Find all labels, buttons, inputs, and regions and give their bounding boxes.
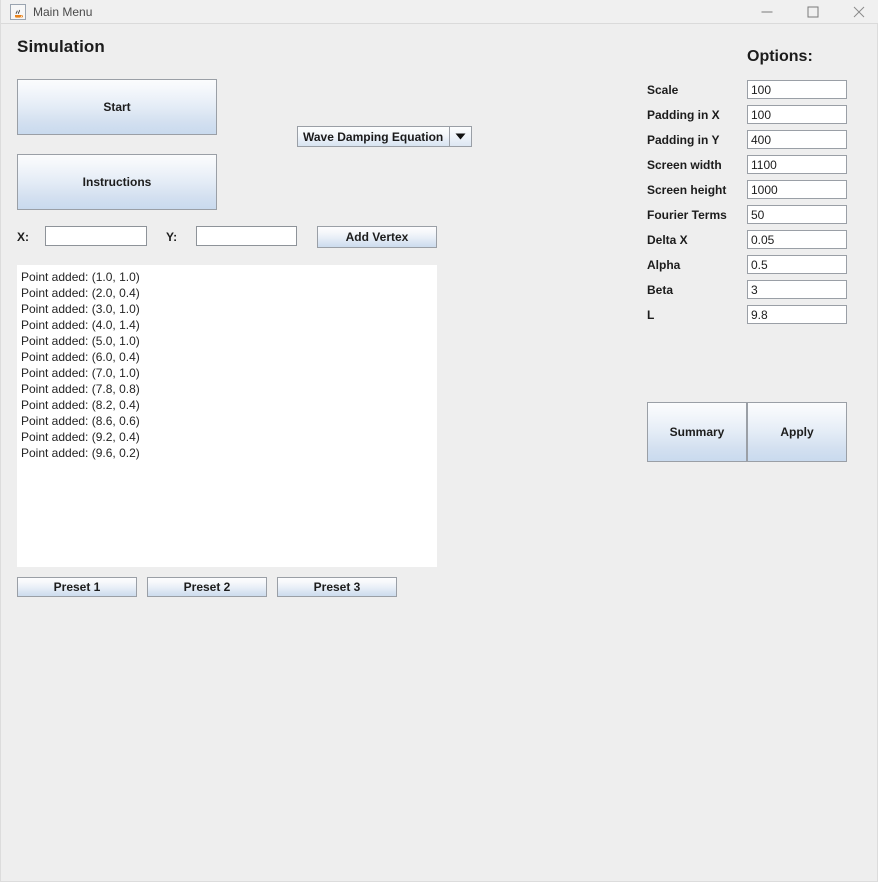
option-input-alpha[interactable]	[747, 255, 847, 274]
option-input-scale[interactable]	[747, 80, 847, 99]
option-input-padding-in-x[interactable]	[747, 105, 847, 124]
close-icon	[854, 7, 865, 18]
option-label-delta-x: Delta X	[647, 233, 688, 247]
options-heading: Options:	[747, 48, 813, 66]
log-line: Point added: (6.0, 0.4)	[21, 349, 437, 365]
instructions-button[interactable]: Instructions	[17, 154, 217, 210]
option-label-beta: Beta	[647, 283, 673, 297]
option-input-screen-height[interactable]	[747, 180, 847, 199]
maximize-button[interactable]	[790, 0, 836, 24]
x-input[interactable]	[45, 226, 147, 246]
option-label-scale: Scale	[647, 83, 678, 97]
option-input-l[interactable]	[747, 305, 847, 324]
log-line: Point added: (8.6, 0.6)	[21, 413, 437, 429]
close-button[interactable]	[836, 0, 878, 24]
option-input-fourier-terms[interactable]	[747, 205, 847, 224]
log-line: Point added: (2.0, 0.4)	[21, 285, 437, 301]
start-button[interactable]: Start	[17, 79, 217, 135]
preset-3-button[interactable]: Preset 3	[277, 577, 397, 597]
window-title: Main Menu	[33, 4, 92, 20]
log-line: Point added: (7.0, 1.0)	[21, 365, 437, 381]
option-label-alpha: Alpha	[647, 258, 680, 272]
log-line: Point added: (9.6, 0.2)	[21, 445, 437, 461]
option-input-beta[interactable]	[747, 280, 847, 299]
option-label-screen-height: Screen height	[647, 183, 726, 197]
x-label: X:	[17, 230, 29, 244]
y-input[interactable]	[196, 226, 297, 246]
option-label-screen-width: Screen width	[647, 158, 722, 172]
chevron-down-icon[interactable]	[449, 127, 471, 146]
option-input-delta-x[interactable]	[747, 230, 847, 249]
minimize-button[interactable]	[744, 0, 790, 24]
title-bar: Main Menu	[1, 0, 878, 24]
maximize-icon	[808, 7, 819, 18]
log-line: Point added: (1.0, 1.0)	[21, 269, 437, 285]
preset-2-button[interactable]: Preset 2	[147, 577, 267, 597]
point-log-textarea[interactable]: Point added: (1.0, 1.0)Point added: (2.0…	[17, 265, 437, 567]
preset-1-button[interactable]: Preset 1	[17, 577, 137, 597]
equation-dropdown[interactable]: Wave Damping Equation	[297, 126, 472, 147]
log-line: Point added: (4.0, 1.4)	[21, 317, 437, 333]
log-line: Point added: (8.2, 0.4)	[21, 397, 437, 413]
apply-button[interactable]: Apply	[747, 402, 847, 462]
option-label-l: L	[647, 308, 654, 322]
log-line: Point added: (9.2, 0.4)	[21, 429, 437, 445]
java-coffee-cup-icon	[10, 4, 26, 20]
add-vertex-button[interactable]: Add Vertex	[317, 226, 437, 248]
minimize-icon	[762, 7, 773, 18]
y-label: Y:	[166, 230, 177, 244]
option-label-padding-in-x: Padding in X	[647, 108, 720, 122]
simulation-heading: Simulation	[17, 37, 105, 57]
log-line: Point added: (3.0, 1.0)	[21, 301, 437, 317]
summary-button[interactable]: Summary	[647, 402, 747, 462]
log-line: Point added: (5.0, 1.0)	[21, 333, 437, 349]
equation-dropdown-label: Wave Damping Equation	[298, 130, 449, 144]
option-input-screen-width[interactable]	[747, 155, 847, 174]
option-input-padding-in-y[interactable]	[747, 130, 847, 149]
main-window: Main Menu Simulation Start Instructions …	[0, 0, 878, 882]
option-label-fourier-terms: Fourier Terms	[647, 208, 727, 222]
log-line: Point added: (7.8, 0.8)	[21, 381, 437, 397]
option-label-padding-in-y: Padding in Y	[647, 133, 719, 147]
